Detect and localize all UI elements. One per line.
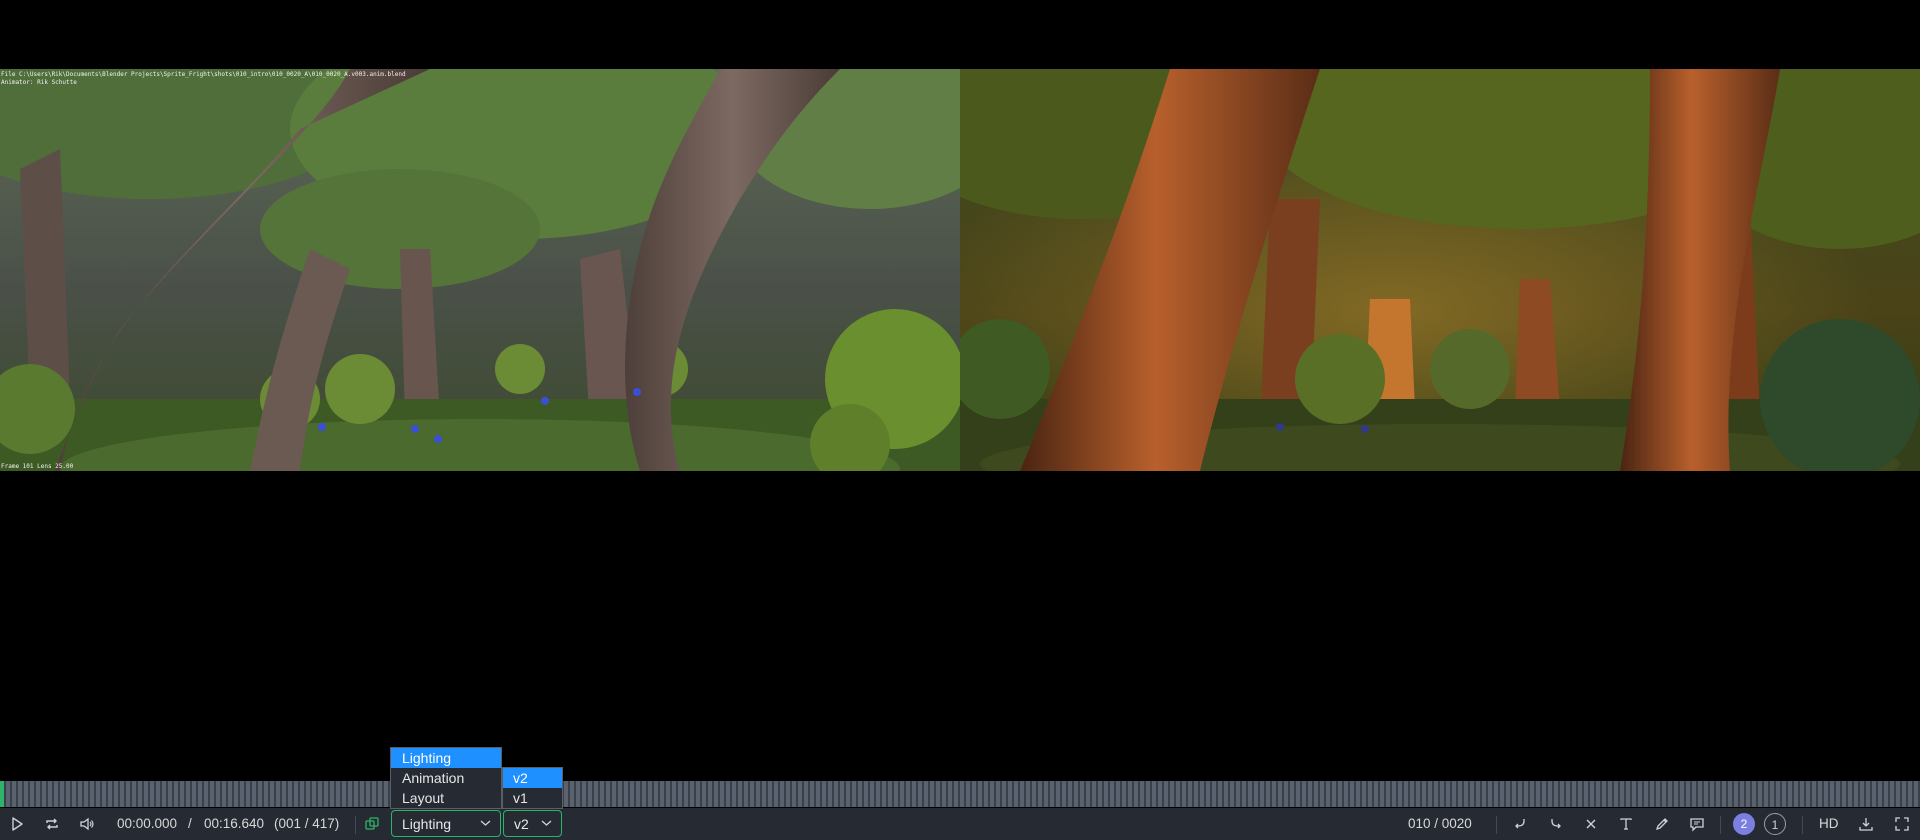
version-option-v2[interactable]: v2 — [503, 768, 562, 788]
control-divider — [1496, 816, 1497, 834]
volume-button[interactable] — [73, 808, 101, 840]
undo-button[interactable] — [1506, 808, 1534, 840]
lighting-preview-frame — [960, 69, 1920, 471]
total-time: 00:16.640 — [204, 816, 265, 831]
department-dropdown: Lighting Animation Layout — [390, 747, 502, 809]
text-tool-button[interactable] — [1612, 808, 1640, 840]
department-select-value: Lighting — [402, 815, 452, 832]
fullscreen-icon — [1895, 817, 1909, 831]
version-option-v1[interactable]: v1 — [503, 788, 562, 808]
comment-button[interactable] — [1683, 808, 1711, 840]
department-option-animation[interactable]: Animation — [391, 768, 501, 788]
department-option-lighting[interactable]: Lighting — [391, 748, 501, 768]
redo-button[interactable] — [1542, 808, 1570, 840]
version-select[interactable]: v2 — [503, 810, 562, 837]
play-button[interactable] — [3, 808, 31, 840]
pencil-icon — [1655, 818, 1668, 831]
fullscreen-button[interactable] — [1888, 808, 1916, 840]
chevron-down-icon — [541, 820, 552, 826]
animator-overlay: Animator: Rik Schutte — [1, 79, 77, 86]
version-select-value: v2 — [514, 815, 529, 832]
undo-icon — [1515, 819, 1525, 829]
clear-button[interactable] — [1577, 808, 1605, 840]
download-icon — [1859, 818, 1873, 831]
shot-counter: 010 / 0020 — [1408, 816, 1472, 831]
animation-preview-frame: File C:\Users\Rik\Documents\Blender Proj… — [0, 69, 960, 471]
video-viewport: File C:\Users\Rik\Documents\Blender Proj… — [0, 0, 1920, 780]
file-path-overlay: File C:\Users\Rik\Documents\Blender Proj… — [1, 71, 406, 78]
redo-icon — [1551, 819, 1561, 829]
comment-icon — [1690, 818, 1704, 832]
volume-icon — [80, 817, 94, 831]
quality-toggle[interactable]: HD — [1819, 808, 1839, 840]
animation-forest-image — [0, 69, 960, 471]
timeline-scrubber[interactable] — [0, 781, 1920, 807]
text-icon — [1620, 818, 1632, 830]
frame-info-overlay: Frame 101 Lens 25.00 — [1, 463, 74, 470]
loop-icon — [46, 818, 58, 830]
department-select[interactable]: Lighting — [391, 810, 501, 837]
compare-right-badge[interactable]: 1 — [1764, 813, 1786, 835]
frame-range: (001 / 417) — [274, 816, 340, 831]
compare-icon — [365, 817, 379, 830]
time-separator: / — [188, 816, 192, 831]
control-divider — [1802, 816, 1803, 834]
version-dropdown: v2 v1 — [502, 767, 563, 809]
control-divider — [355, 816, 356, 834]
draw-tool-button[interactable] — [1648, 808, 1676, 840]
play-icon — [12, 817, 23, 831]
close-icon — [1586, 819, 1596, 829]
current-time: 00:00.000 — [117, 816, 178, 831]
loop-button[interactable] — [38, 808, 66, 840]
department-option-layout[interactable]: Layout — [391, 788, 501, 808]
chevron-down-icon — [480, 820, 491, 826]
playhead[interactable] — [0, 781, 4, 807]
control-divider — [1720, 816, 1721, 834]
download-button[interactable] — [1852, 808, 1880, 840]
lighting-forest-image — [960, 69, 1920, 471]
compare-button[interactable] — [358, 808, 386, 840]
compare-left-badge[interactable]: 2 — [1733, 813, 1755, 835]
